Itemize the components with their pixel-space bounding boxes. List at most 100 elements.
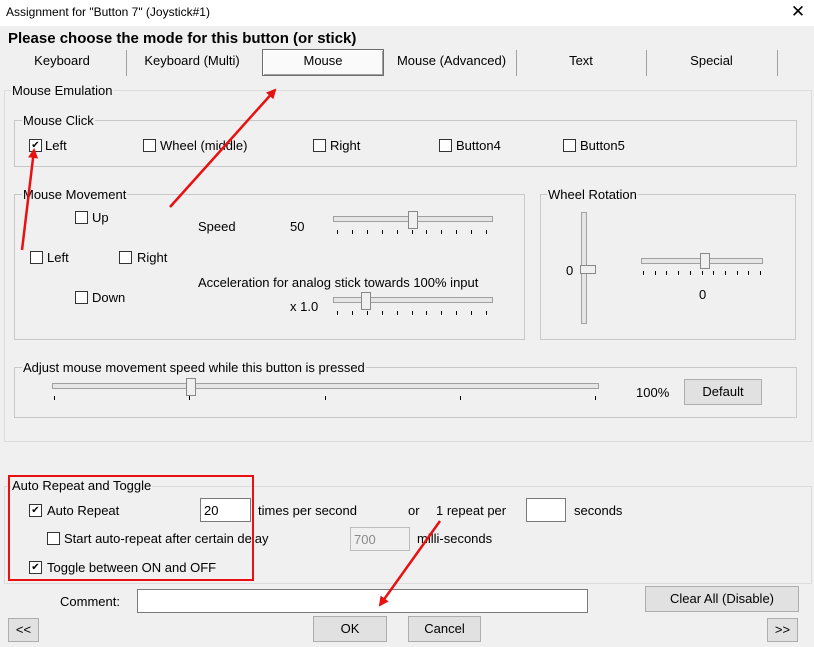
slider-tick bbox=[486, 230, 487, 234]
comment-label: Comment: bbox=[60, 594, 120, 609]
speed-value: 50 bbox=[290, 219, 305, 234]
slider-tick bbox=[748, 271, 749, 275]
adjust-speed-percent: 100% bbox=[636, 385, 670, 400]
slider-tick bbox=[713, 271, 714, 275]
slider-tick bbox=[486, 311, 487, 315]
slider-tick bbox=[456, 311, 457, 315]
slider-tick bbox=[367, 230, 368, 234]
milliseconds-label: milli-seconds bbox=[417, 531, 493, 546]
slider-tick bbox=[426, 311, 427, 315]
times-per-second-label: times per second bbox=[258, 503, 357, 518]
acceleration-slider-thumb[interactable] bbox=[361, 292, 371, 310]
slider-tick bbox=[666, 271, 667, 275]
mouse-click-title: Mouse Click bbox=[22, 113, 95, 128]
acceleration-label: Acceleration for analog stick towards 10… bbox=[198, 275, 479, 290]
wheel-horizontal-ticks bbox=[643, 271, 761, 277]
wheel-horizontal-slider-thumb[interactable] bbox=[700, 253, 710, 269]
cancel-button[interactable]: Cancel bbox=[408, 616, 481, 642]
slider-tick bbox=[367, 311, 368, 315]
previous-button[interactable]: << bbox=[8, 618, 39, 642]
button5-checkbox[interactable] bbox=[563, 139, 576, 152]
wheel-vertical-value: 0 bbox=[566, 263, 574, 278]
tab-keyboard-multi[interactable]: Keyboard (Multi) bbox=[127, 48, 257, 74]
speed-label: Speed bbox=[198, 219, 236, 234]
slider-tick bbox=[471, 230, 472, 234]
slider-tick bbox=[690, 271, 691, 275]
move-right-checkbox[interactable] bbox=[119, 251, 132, 264]
slider-tick bbox=[54, 396, 55, 400]
right-click-checkbox[interactable] bbox=[313, 139, 326, 152]
tab-mouse[interactable]: Mouse bbox=[262, 48, 384, 74]
or-label: or bbox=[408, 503, 420, 518]
close-icon[interactable]: ✕ bbox=[786, 1, 810, 23]
mouse-movement-title: Mouse Movement bbox=[22, 187, 128, 202]
clear-all-button[interactable]: Clear All (Disable) bbox=[645, 586, 799, 612]
tab-special[interactable]: Special bbox=[647, 48, 776, 74]
default-button[interactable]: Default bbox=[684, 379, 762, 405]
speed-slider-ticks bbox=[337, 230, 487, 236]
right-click-label: Right bbox=[330, 138, 361, 153]
acceleration-slider-ticks bbox=[337, 311, 487, 317]
slider-tick bbox=[382, 311, 383, 315]
window-title: Assignment for "Button 7" (Joystick#1) bbox=[6, 5, 210, 19]
seconds-input[interactable] bbox=[526, 498, 566, 522]
mouse-click-group bbox=[14, 120, 797, 167]
adjust-speed-title: Adjust mouse movement speed while this b… bbox=[22, 360, 366, 375]
left-click-checkbox[interactable]: ✔ bbox=[29, 139, 42, 152]
move-left-label: Left bbox=[47, 250, 69, 265]
slider-tick bbox=[352, 230, 353, 234]
slider-tick bbox=[460, 396, 461, 400]
wheel-rotation-title: Wheel Rotation bbox=[547, 187, 638, 202]
ok-button[interactable]: OK bbox=[313, 616, 387, 642]
slider-tick bbox=[397, 311, 398, 315]
slider-tick bbox=[441, 230, 442, 234]
slider-tick bbox=[702, 271, 703, 275]
slider-tick bbox=[337, 311, 338, 315]
tab-separator bbox=[777, 50, 778, 76]
tab-mouse-advanced[interactable]: Mouse (Advanced) bbox=[388, 48, 515, 74]
slider-tick bbox=[595, 396, 596, 400]
annotation-highlight-box bbox=[8, 475, 254, 581]
next-button[interactable]: >> bbox=[767, 618, 798, 642]
acceleration-slider-track[interactable] bbox=[333, 297, 493, 303]
adjust-speed-slider-thumb[interactable] bbox=[186, 378, 196, 396]
slider-tick bbox=[352, 311, 353, 315]
slider-tick bbox=[337, 230, 338, 234]
move-left-checkbox[interactable] bbox=[30, 251, 43, 264]
left-click-label: Left bbox=[45, 138, 67, 153]
tab-keyboard[interactable]: Keyboard bbox=[0, 48, 124, 74]
slider-tick bbox=[412, 311, 413, 315]
move-right-label: Right bbox=[137, 250, 168, 265]
move-down-checkbox[interactable] bbox=[75, 291, 88, 304]
slider-tick bbox=[737, 271, 738, 275]
repeat-per-label: 1 repeat per bbox=[436, 503, 507, 518]
slider-tick bbox=[441, 311, 442, 315]
slider-tick bbox=[325, 396, 326, 400]
button4-label: Button4 bbox=[456, 138, 501, 153]
wheel-click-label: Wheel (middle) bbox=[160, 138, 248, 153]
mouse-emulation-title: Mouse Emulation bbox=[11, 83, 114, 98]
wheel-rotation-group bbox=[540, 194, 796, 340]
acceleration-value: x 1.0 bbox=[290, 299, 319, 314]
slider-tick bbox=[382, 230, 383, 234]
tab-text[interactable]: Text bbox=[517, 48, 645, 74]
delay-input[interactable] bbox=[350, 527, 410, 551]
comment-input[interactable] bbox=[137, 589, 588, 613]
page-heading: Please choose the mode for this button (… bbox=[8, 30, 357, 47]
slider-tick bbox=[471, 311, 472, 315]
wheel-vertical-slider-thumb[interactable] bbox=[580, 265, 596, 274]
speed-slider-thumb[interactable] bbox=[408, 211, 418, 229]
move-up-checkbox[interactable] bbox=[75, 211, 88, 224]
slider-tick bbox=[643, 271, 644, 275]
adjust-speed-ticks bbox=[54, 396, 596, 402]
wheel-click-checkbox[interactable] bbox=[143, 139, 156, 152]
adjust-speed-slider-track[interactable] bbox=[52, 383, 599, 389]
slider-tick bbox=[412, 230, 413, 234]
button5-label: Button5 bbox=[580, 138, 625, 153]
slider-tick bbox=[456, 230, 457, 234]
slider-tick bbox=[725, 271, 726, 275]
seconds-label: seconds bbox=[574, 503, 623, 518]
slider-tick bbox=[678, 271, 679, 275]
slider-tick bbox=[426, 230, 427, 234]
button4-checkbox[interactable] bbox=[439, 139, 452, 152]
